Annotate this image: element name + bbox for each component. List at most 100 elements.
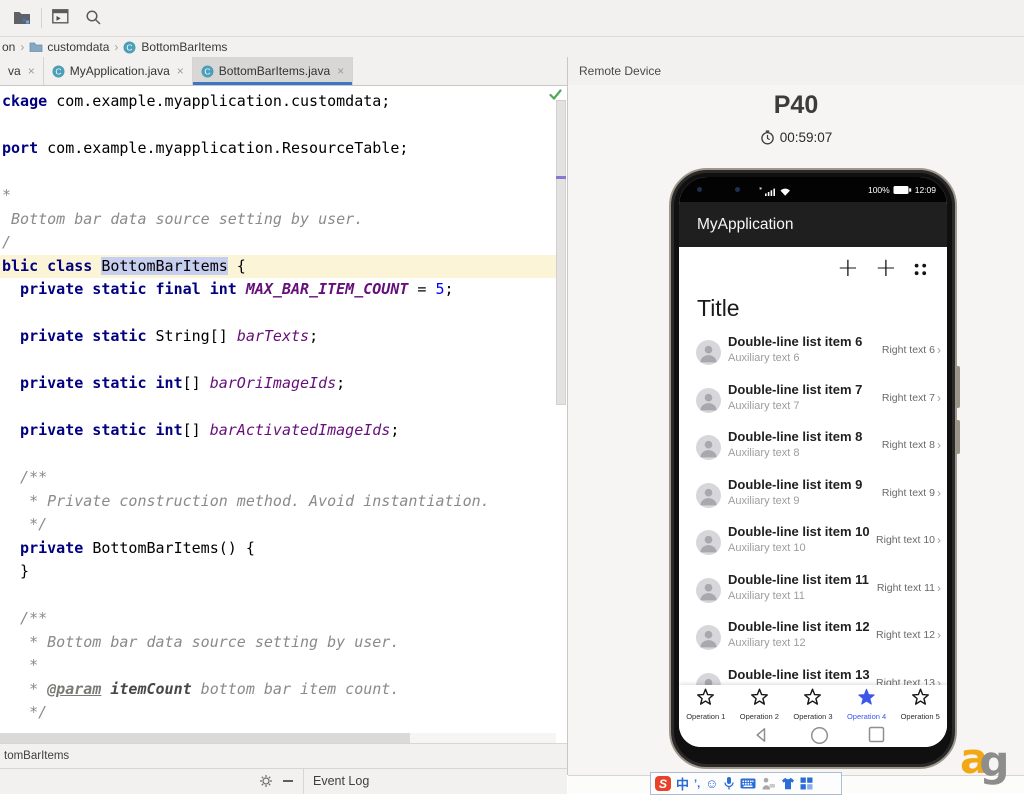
search-icon[interactable] [85,9,103,27]
code-token: private static final int [2,280,246,298]
back-icon[interactable] [752,726,772,746]
operation-label: Operation 1 [686,712,726,721]
operation-5[interactable]: Operation 5 [893,685,947,722]
home-icon[interactable] [810,726,830,746]
sogou-s-icon[interactable]: S [655,776,671,791]
power-button [956,420,960,454]
inspection-ok-icon[interactable] [549,87,562,101]
code-line: * Private construction method. Avoid ins… [2,490,490,514]
add-icon[interactable]: + [837,253,859,283]
stopwatch-icon [760,129,775,145]
right-text-label: Right text 12 [876,629,935,641]
tool-window-icon[interactable] [52,9,70,27]
timer-value: 00:59:07 [779,129,833,145]
list-item[interactable]: Double-line list item 11 Auxiliary text 1… [679,569,947,617]
code-token: ckage [2,92,57,110]
chevron-right-icon: › [937,390,941,405]
breadcrumb-bar: on › customdata › C BottomBarItems [0,37,1024,57]
svg-text:C: C [127,42,133,52]
code-line: private static int[] barOriImageIds; [2,372,345,396]
tab-bottombaritems-java[interactable]: C BottomBarItems.java × [192,57,354,85]
close-icon[interactable]: × [337,64,344,78]
list-item-subtitle: Auxiliary text 11 [728,589,805,602]
class-icon: C [123,41,137,54]
avatar [696,340,721,365]
smiley-icon[interactable]: ☺ [705,776,718,792]
code-token: * [2,656,39,674]
list-item[interactable]: Double-line list item 6 Auxiliary text 6 R… [679,331,947,379]
phone-status-bar: * 100% 12:09 [679,177,947,202]
code-line: / [2,231,11,255]
list-item[interactable]: Double-line list item 8 Auxiliary text 8 R… [679,426,947,474]
status-path[interactable]: tomBarItems [4,750,69,762]
editor-vertical-scrollbar[interactable] [556,100,566,405]
gear-icon[interactable] [259,774,273,788]
minimize-icon[interactable] [283,780,293,782]
svg-text:C: C [204,66,210,76]
operation-4[interactable]: Operation 4 [840,685,894,722]
tab-myapplication-java[interactable]: C MyApplication.java × [44,57,193,85]
code-line: } [2,560,29,584]
close-icon[interactable]: × [28,64,35,78]
chevron-right-icon: › [937,580,941,595]
event-log-button[interactable]: Event Log [313,774,369,788]
list-item[interactable]: Double-line list item 12 Auxiliary text 1… [679,616,947,664]
code-token: MAX_BAR_ITEM_COUNT [245,280,409,298]
right-text-label: Right text 11 [876,581,935,594]
code-token: Bottom bar data source setting by user. [2,209,364,228]
app-content: + + Title Double-line list item 6 Auxilia… [679,247,947,747]
apostrophe-icon[interactable]: ’, [694,776,700,792]
chevron-right-icon: › [937,628,941,642]
list-item[interactable]: Double-line list item 9 Auxiliary text 9 R… [679,474,947,522]
star-icon-filled [857,688,876,711]
recents-icon[interactable] [868,726,888,746]
code-token: /** [2,609,48,627]
pinyin-zh-icon[interactable]: 中 [676,776,689,792]
tab-va[interactable]: va × [0,57,44,85]
code-line: private static final int MAX_BAR_ITEM_CO… [2,278,454,302]
breadcrumb-item[interactable]: BottomBarItems [141,40,227,54]
operation-2[interactable]: Operation 2 [733,685,787,722]
main-toolbar [0,0,1024,37]
star-icon [696,688,715,711]
right-text-label: Right text 6 [881,344,935,356]
list-item[interactable]: Double-line list item 10 Auxiliary text 1… [679,521,947,569]
code-token: * Bottom bar data source setting by user… [2,632,400,651]
code-token: private [2,538,93,557]
code-token: bottom bar item count. [191,679,400,698]
code-token: private static int [2,374,183,392]
project-structure-icon[interactable] [13,9,31,27]
list-item[interactable]: Double-line list item 7 Auxiliary text 7 R… [679,379,947,427]
remote-device-panel-title: Remote Device [579,64,662,78]
phone-screen[interactable]: * 100% 12:09 MyApplication + + Title Dou… [679,177,947,747]
code-token: ; [336,374,346,392]
code-token: BottomBarItems [101,256,228,275]
code-token: barTexts [236,327,310,345]
editor-tabs: va × C MyApplication.java × C BottomBarItems.j… [0,57,1024,85]
ide-bottom-bar: Event Log [0,768,567,794]
skin-shirt-icon[interactable] [781,776,795,792]
close-icon[interactable]: × [177,64,184,78]
grid-menu-icon[interactable] [914,263,927,276]
star-icon [750,688,769,711]
code-editor[interactable]: ckage com.example.myapplication.customda… [0,86,567,733]
right-text-label: Right text 7 [881,391,935,404]
tab-label: MyApplication.java [69,64,170,78]
code-token: */ [2,703,48,721]
breadcrumb-separator: › [20,40,25,54]
operation-1[interactable]: Operation 1 [679,685,733,722]
avatar [696,387,721,413]
add-icon[interactable]: + [875,253,897,283]
status-breadcrumb-bar: tomBarItems [0,743,567,768]
microphone-icon[interactable] [723,776,735,792]
breadcrumb-item[interactable]: on [2,40,15,54]
keyboard-icon[interactable] [740,776,756,792]
list-item-right-text: Right text 7 › [882,391,941,405]
editor-horizontal-scrollbar[interactable] [0,733,410,743]
device-name: P40 [773,91,819,119]
operation-label: Operation 2 [739,712,779,721]
breadcrumb-item[interactable]: customdata [47,40,109,54]
operation-3[interactable]: Operation 3 [786,685,840,722]
grid-icon[interactable] [800,776,813,792]
handwriting-icon[interactable] [761,776,776,792]
